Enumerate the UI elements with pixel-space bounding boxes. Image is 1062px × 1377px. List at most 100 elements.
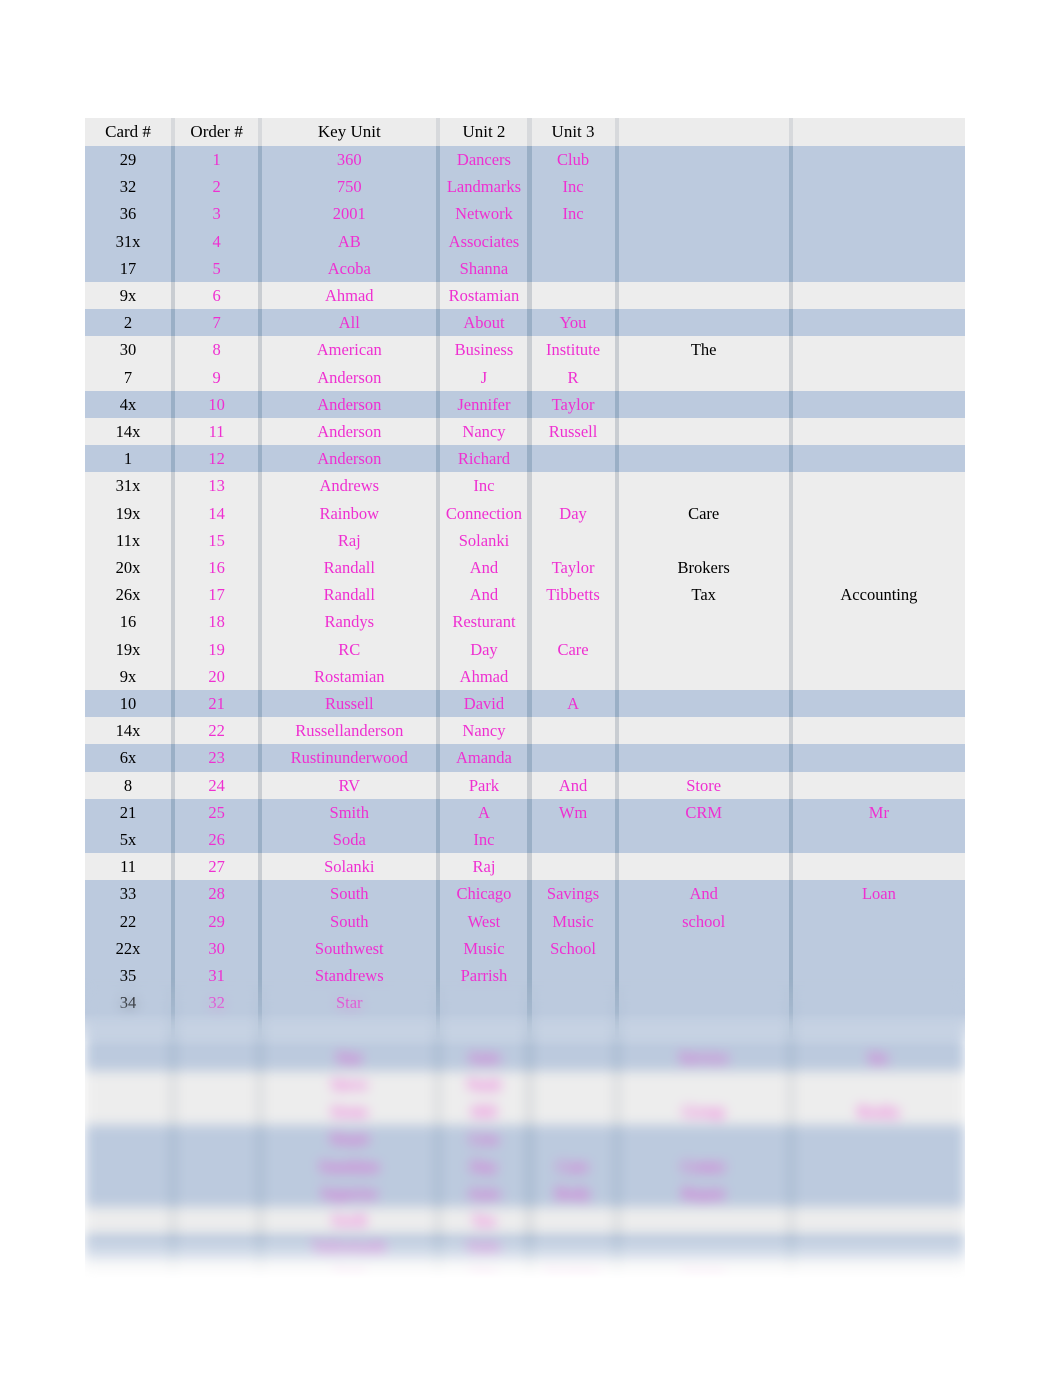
cell-key-unit: Tech xyxy=(262,1261,437,1289)
cell-order-number xyxy=(175,1152,259,1180)
cell-unit-5 xyxy=(792,554,965,582)
cell-unit-3: Wm xyxy=(531,798,615,827)
cell-order-number: 12 xyxy=(175,445,259,473)
cell-unit-4 xyxy=(618,282,789,310)
cell-order-number: 23 xyxy=(175,744,259,772)
cell-unit-2: Solanki xyxy=(440,526,528,555)
cell-order-number xyxy=(175,1125,259,1153)
cell-card-number xyxy=(85,1152,172,1180)
cell-unit-5 xyxy=(792,826,965,854)
cell-unit-3 xyxy=(531,662,615,691)
cell-unit-4 xyxy=(618,445,789,473)
cell-unit-4: Brokers xyxy=(618,554,789,582)
cell-unit-3 xyxy=(531,227,615,255)
cell-order-number: 5 xyxy=(175,254,259,283)
cell-unit-3 xyxy=(531,1098,615,1126)
cell-key-unit: Randys xyxy=(262,608,437,636)
cell-card-number: 9x xyxy=(85,662,172,691)
cell-unit-3: Taylor xyxy=(531,390,615,419)
column-header-unit-5-blurred xyxy=(792,118,965,146)
cell-unit-3 xyxy=(531,1125,615,1153)
cell-order-number: 15 xyxy=(175,526,259,555)
cell-unit-2: J xyxy=(440,363,528,391)
table-row: 19x 14 Rainbow Connection Day Care xyxy=(85,499,965,527)
cell-unit-2: Day xyxy=(440,1152,528,1180)
table-row: Tech One Systems Group xyxy=(85,1261,965,1289)
cell-unit-5 xyxy=(792,717,965,745)
cell-unit-5: Inc xyxy=(792,1043,965,1071)
cell-key-unit: Randall xyxy=(262,554,437,582)
table-row: 17 5 Acoba Shanna xyxy=(85,254,965,283)
header-row-blurred: Card # Order # Key Unit Unit 2 Unit 3 xyxy=(85,118,965,146)
cell-key-unit: Rustinunderwood xyxy=(262,744,437,772)
cell-order-number: 13 xyxy=(175,472,259,500)
cell-unit-5 xyxy=(792,472,965,500)
cell-key-unit: Russell xyxy=(262,690,437,718)
cell-unit-2: Parrish xyxy=(440,962,528,990)
cell-unit-5 xyxy=(792,390,965,419)
cell-unit-2: And xyxy=(440,581,528,609)
cell-order-number: 22 xyxy=(175,717,259,745)
cell-order-number: 9 xyxy=(175,363,259,391)
cell-card-number: 10 xyxy=(85,690,172,718)
cell-key-unit: Randall xyxy=(262,581,437,609)
cell-key-unit: Sunshine xyxy=(262,1152,437,1180)
cell-card-number: 29 xyxy=(85,146,172,174)
cell-unit-4 xyxy=(618,1070,789,1099)
cell-unit-3: A xyxy=(531,690,615,718)
cell-unit-2: Nash xyxy=(440,1070,528,1099)
cell-unit-4 xyxy=(618,608,789,636)
cell-card-number: 11 xyxy=(85,853,172,881)
table-row: Tailormade Suits xyxy=(85,1234,965,1262)
cell-order-number: 10 xyxy=(175,390,259,419)
cell-order-number: 17 xyxy=(175,581,259,609)
cell-unit-2: Music xyxy=(440,934,528,963)
cell-unit-2: Inc xyxy=(440,472,528,500)
cell-unit-4 xyxy=(618,934,789,963)
cell-key-unit: Star xyxy=(262,989,437,1017)
cell-order-number: 20 xyxy=(175,662,259,691)
cell-unit-2: Suits xyxy=(440,1234,528,1262)
table-row: 5x 26 Soda Inc xyxy=(85,826,965,854)
cell-unit-5: Loan xyxy=(792,880,965,908)
cell-unit-4: Center xyxy=(618,1152,789,1180)
cell-order-number: 21 xyxy=(175,690,259,718)
cell-card-number: 31x xyxy=(85,472,172,500)
table-row: 31x 4 AB Associates xyxy=(85,227,965,255)
cell-order-number: 30 xyxy=(175,934,259,963)
cell-unit-2: West xyxy=(440,907,528,935)
cell-unit-2: Landmarks xyxy=(440,173,528,201)
cell-unit-4: Group xyxy=(618,1098,789,1126)
cell-unit-2: Network xyxy=(440,200,528,228)
cell-unit-3 xyxy=(531,989,615,1017)
cell-unit-4 xyxy=(618,1125,789,1153)
cell-unit-5 xyxy=(792,309,965,337)
column-header-unit-4-blurred xyxy=(618,118,789,146)
cell-unit-3: Care xyxy=(531,1152,615,1180)
cell-order-number xyxy=(175,1098,259,1126)
cell-card-number xyxy=(85,1234,172,1262)
cell-unit-2 xyxy=(440,989,528,1017)
cell-unit-4 xyxy=(618,989,789,1017)
cell-order-number xyxy=(175,1206,259,1235)
cell-unit-4: Repair xyxy=(618,1179,789,1207)
cell-unit-5 xyxy=(792,853,965,881)
cell-key-unit: Standrews xyxy=(262,962,437,990)
cell-order-number: 27 xyxy=(175,853,259,881)
cell-unit-3 xyxy=(531,472,615,500)
spreadsheet-table-area[interactable]: Card # Order # Key Unit Unit 2 Unit 3 29… xyxy=(85,118,965,1289)
cell-unit-3 xyxy=(531,744,615,772)
cell-unit-5: Realty xyxy=(792,1098,965,1126)
cell-unit-3 xyxy=(531,717,615,745)
cell-card-number: 31x xyxy=(85,227,172,255)
data-table-blurred: Card # Order # Key Unit Unit 2 Unit 3 29… xyxy=(85,118,965,1289)
table-row: 11 27 Solanki Raj xyxy=(85,853,965,881)
cell-key-unit: Soda xyxy=(262,826,437,854)
table-row: 19x 19 RC Day Care xyxy=(85,635,965,663)
cell-unit-4 xyxy=(618,962,789,990)
column-header-card-blurred: Card # xyxy=(85,118,172,146)
cell-key-unit: Steve xyxy=(262,1070,437,1099)
cell-card-number xyxy=(85,1179,172,1207)
cell-unit-2: Business xyxy=(440,336,528,364)
cell-unit-3: Club xyxy=(531,146,615,174)
